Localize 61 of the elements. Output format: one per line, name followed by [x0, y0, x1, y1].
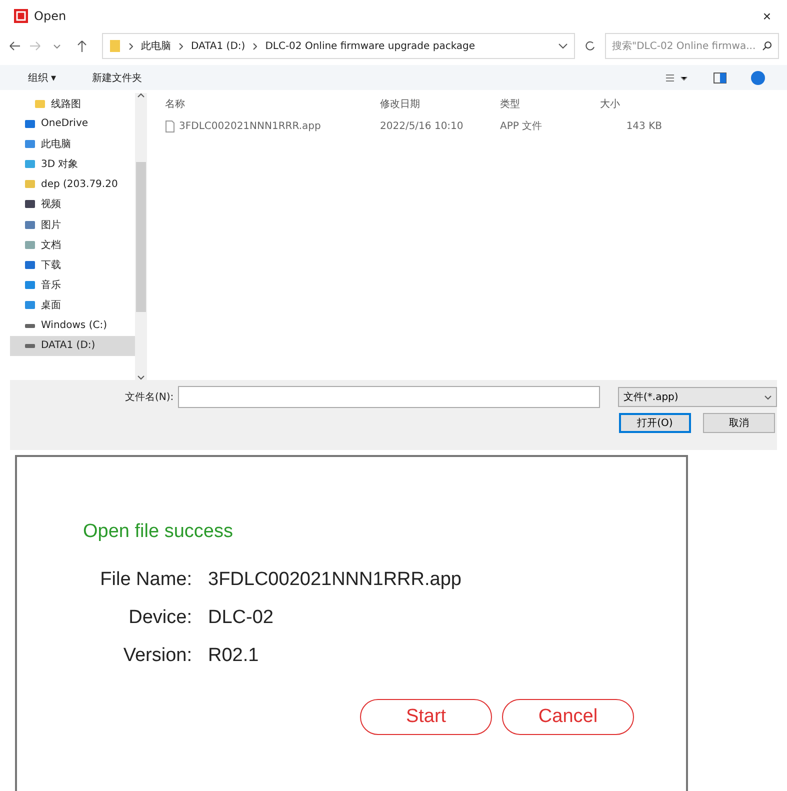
column-header[interactable]: 大小: [600, 97, 662, 112]
sidebar-item[interactable]: 图片: [10, 214, 135, 235]
column-header[interactable]: 类型: [500, 97, 600, 112]
dropdown-icon[interactable]: [558, 42, 568, 50]
window-title: Open: [34, 8, 66, 23]
preview-pane-icon[interactable]: [713, 72, 727, 84]
sidebar-item[interactable]: 3D 对象: [10, 154, 135, 174]
sidebar-item[interactable]: DATA1 (D:): [10, 336, 135, 356]
sidebar-item[interactable]: 此电脑: [10, 134, 135, 154]
sidebar-item[interactable]: dep (203.79.20: [10, 174, 135, 194]
sidebar-item[interactable]: 下载: [10, 254, 135, 276]
sidebar-item[interactable]: OneDrive: [10, 114, 135, 134]
close-button[interactable]: ×: [756, 6, 777, 25]
organize-menu[interactable]: 组织 ▾: [22, 70, 62, 86]
new-folder-button[interactable]: 新建文件夹: [86, 70, 148, 86]
file-name-cell[interactable]: 3FDLC002021NNN1RRR.app: [165, 120, 380, 133]
sidebar-item[interactable]: 音乐: [10, 275, 135, 296]
chevron-icon: [129, 42, 133, 50]
file-name-label: 文件名(N):: [125, 390, 174, 404]
sidebar-item[interactable]: 视频: [10, 194, 135, 215]
field-label: Device:: [128, 607, 192, 629]
type-cell-text: APP 文件: [500, 120, 544, 134]
field-label: File Name:: [99, 569, 192, 591]
column-header[interactable]: 名称: [165, 97, 380, 112]
breadcrumb[interactable]: 此电脑: [141, 39, 171, 54]
search-field[interactable]: 搜索"DLC-02 Online firmwa...: [605, 33, 779, 60]
field-value: 3FDLC002021NNN1RRR.app: [208, 569, 462, 591]
chevron-icon: [179, 42, 183, 50]
size-cell-text: 143 KB: [625, 120, 662, 132]
date-cell-text: 2022/5/16 10:10: [380, 120, 464, 132]
view-options-icon[interactable]: [665, 72, 689, 84]
scroll-down-icon[interactable]: [137, 375, 145, 380]
address-bar[interactable]: 此电脑 DATA1 (D:) DLC-02 Online firmware upgrade package: [102, 33, 575, 60]
sidebar-item[interactable]: 桌面: [10, 295, 135, 316]
file-type-select[interactable]: 文件(*.app): [618, 387, 777, 408]
column-header[interactable]: 修改日期: [380, 97, 500, 112]
scrollbar[interactable]: [135, 93, 147, 380]
sidebar-item[interactable]: Windows (C:): [10, 315, 135, 336]
drive-icon: [24, 324, 36, 328]
sidebar-item[interactable]: 文档: [10, 234, 135, 255]
cancel-button[interactable]: Cancel: [502, 699, 634, 735]
file-name-field[interactable]: [178, 386, 600, 408]
field-label: Version:: [122, 645, 192, 667]
open-button[interactable]: 打开(O): [619, 413, 691, 434]
app-logo-icon: [14, 8, 28, 23]
status-message: Open file success: [83, 521, 234, 543]
search-icon: [762, 41, 772, 52]
breadcrumb[interactable]: DLC-02 Online firmware upgrade package: [265, 40, 476, 52]
breadcrumb[interactable]: DATA1 (D:): [191, 40, 246, 52]
refresh-icon[interactable]: [583, 39, 597, 54]
dropdown-icon: [764, 394, 772, 400]
field-value: R02.1: [208, 645, 260, 667]
chevron-icon: [253, 42, 258, 50]
drive-icon: [24, 344, 36, 348]
field-value: DLC-02: [208, 607, 274, 629]
file-icon: [165, 120, 175, 133]
start-button[interactable]: Start: [360, 699, 492, 735]
scroll-up-icon[interactable]: [137, 93, 145, 98]
sidebar-item[interactable]: 线路图: [10, 93, 135, 114]
cancel-button[interactable]: 取消: [703, 413, 775, 434]
help-icon[interactable]: [751, 70, 765, 85]
